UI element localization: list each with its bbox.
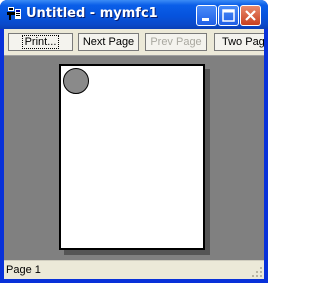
close-icon: [245, 10, 256, 21]
print-button-label: Print...: [21, 35, 60, 49]
drawn-circle: [63, 68, 89, 94]
client-area: Print... Next Page Prev Page Two Pag Pag…: [4, 29, 264, 279]
two-page-label: Two Pag: [222, 36, 264, 48]
next-page-label: Next Page: [82, 36, 135, 48]
preview-toolbar: Print... Next Page Prev Page Two Pag: [4, 29, 264, 55]
maximize-icon: [222, 9, 235, 22]
mfc-app-icon[interactable]: [6, 6, 22, 22]
minimize-icon: [202, 18, 209, 21]
prev-page-label: Prev Page: [150, 36, 202, 48]
status-bar: Page 1: [4, 260, 264, 279]
print-preview-area[interactable]: [4, 55, 264, 260]
two-page-button[interactable]: Two Pag: [214, 33, 264, 51]
window-frame-right: [264, 29, 268, 283]
maximize-button[interactable]: [218, 5, 239, 26]
resize-grip-icon[interactable]: [251, 266, 263, 278]
app-window: Untitled - mymfc1 Print... Next Page Pre…: [0, 0, 268, 283]
prev-page-button[interactable]: Prev Page: [145, 33, 207, 51]
close-button[interactable]: [240, 5, 261, 26]
window-title: Untitled - mymfc1: [26, 6, 158, 21]
window-frame-bottom: [0, 279, 268, 283]
title-bar[interactable]: Untitled - mymfc1: [0, 0, 268, 29]
print-button[interactable]: Print...: [8, 33, 73, 51]
status-page-indicator: Page 1: [6, 264, 41, 276]
minimize-button[interactable]: [196, 5, 217, 26]
preview-page[interactable]: [59, 64, 205, 250]
next-page-button[interactable]: Next Page: [78, 33, 139, 51]
